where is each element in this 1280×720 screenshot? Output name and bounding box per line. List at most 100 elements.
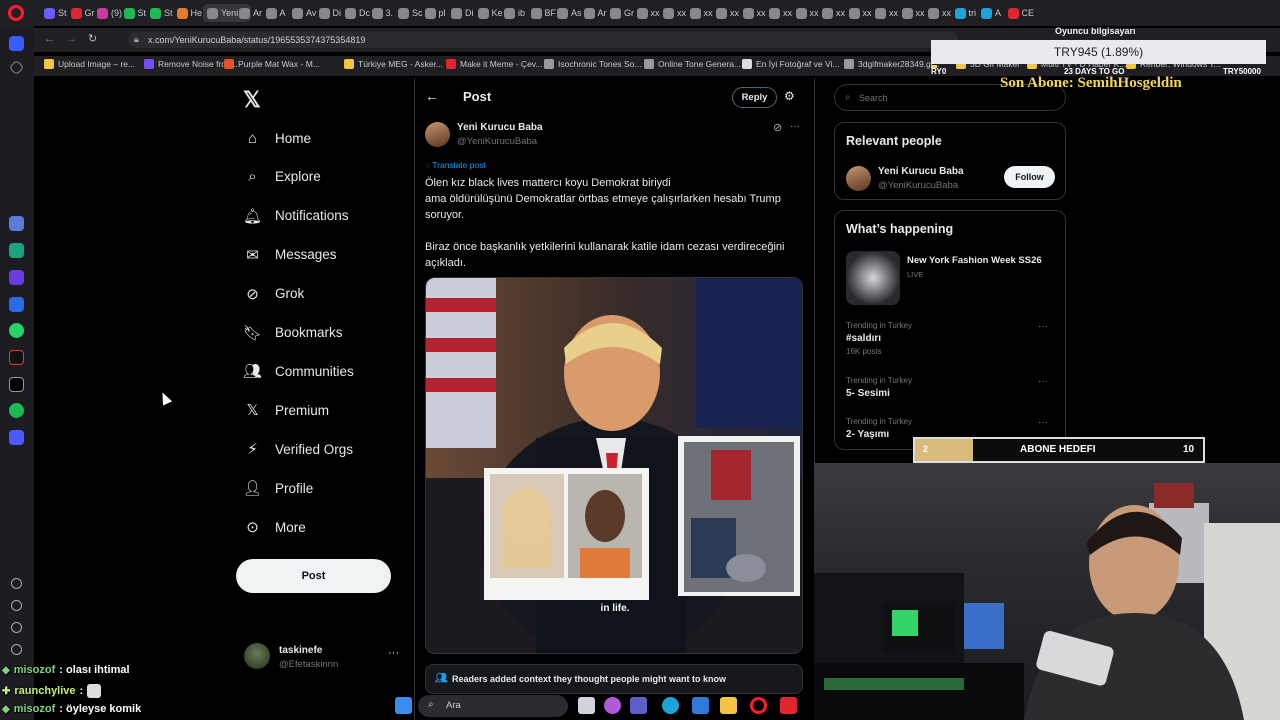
workspace-icon[interactable] bbox=[9, 36, 24, 51]
browser-tab[interactable]: CE bbox=[1007, 4, 1034, 22]
copilot-icon[interactable] bbox=[604, 697, 621, 714]
browser-tab[interactable]: Ke bbox=[477, 4, 503, 22]
browser-tab[interactable]: He bbox=[176, 4, 202, 22]
nav-item-messages[interactable]: ✉ Messages bbox=[244, 243, 336, 267]
teams-icon[interactable] bbox=[630, 697, 647, 714]
browser-tab[interactable]: (9) bbox=[97, 4, 122, 22]
lightbulb-icon[interactable] bbox=[11, 644, 22, 655]
app-icon[interactable] bbox=[9, 216, 24, 231]
trend-thumbnail[interactable] bbox=[846, 251, 900, 305]
community-notes-banner[interactable]: 👥︎ Readers added context they thought pe… bbox=[425, 664, 803, 694]
browser-tab[interactable]: xx bbox=[901, 4, 925, 22]
relevant-person-name[interactable]: Yeni Kurucu Baba bbox=[878, 166, 964, 177]
app-icon[interactable] bbox=[9, 270, 24, 285]
browser-tab[interactable]: BF bbox=[530, 4, 556, 22]
browser-tab[interactable]: xx bbox=[663, 4, 686, 22]
reply-button[interactable]: Reply bbox=[732, 87, 777, 108]
bookmark-item[interactable]: Online Tone Genera... bbox=[644, 59, 741, 69]
browser-tab[interactable]: St bbox=[150, 4, 173, 22]
store-icon[interactable] bbox=[692, 697, 709, 714]
reload-icon[interactable]: ↻ bbox=[88, 32, 97, 45]
browser-tab[interactable]: As bbox=[557, 4, 582, 22]
bookmark-item[interactable]: En İyi Fotoğraf ve Vi... bbox=[742, 59, 839, 69]
browser-tab[interactable]: xx bbox=[822, 4, 845, 22]
pin-icon[interactable] bbox=[8, 59, 25, 76]
bookmark-item[interactable]: 3dgifmaker28349.gi... bbox=[844, 59, 940, 69]
task-view-icon[interactable] bbox=[578, 697, 595, 714]
folder-icon[interactable] bbox=[720, 697, 737, 714]
nav-item-communities[interactable]: 👥︎ Communities bbox=[243, 359, 354, 383]
windows-start-icon[interactable] bbox=[395, 697, 412, 714]
bookmark-item[interactable]: Türkiye MEG - Asker... bbox=[344, 59, 443, 69]
browser-tab[interactable]: xx bbox=[689, 4, 713, 22]
x-logo-icon[interactable]: 𝕏 bbox=[243, 87, 261, 113]
spotify-icon[interactable] bbox=[9, 403, 24, 418]
nav-item-notifications[interactable]: 🔔︎ Notifications bbox=[243, 204, 349, 228]
browser-tab[interactable]: xx bbox=[795, 4, 819, 22]
chatgpt-icon[interactable] bbox=[9, 243, 24, 258]
nav-item-home[interactable]: ⌂ Home bbox=[244, 126, 311, 150]
bookmark-item[interactable]: Upload Image – re... bbox=[44, 59, 135, 69]
browser-tab[interactable]: A bbox=[265, 4, 286, 22]
more-horizontal-icon[interactable]: ··· bbox=[388, 647, 399, 659]
author-handle[interactable]: @YeniKurucuBaba bbox=[457, 136, 537, 147]
nav-item-explore[interactable]: ⌕ Explore bbox=[244, 165, 320, 189]
browser-tab[interactable]: Ar bbox=[239, 4, 262, 22]
x-icon[interactable] bbox=[9, 377, 24, 392]
browser-tab[interactable]: xx bbox=[848, 4, 872, 22]
post-video[interactable]: in life. bbox=[425, 277, 803, 654]
browser-tab[interactable]: tri bbox=[954, 4, 976, 22]
browser-tab[interactable]: St bbox=[44, 4, 67, 22]
more-horizontal-icon[interactable]: ··· bbox=[1038, 417, 1048, 428]
browser-tab[interactable]: xx bbox=[716, 4, 739, 22]
forward-icon[interactable]: → bbox=[66, 33, 77, 45]
more-horizontal-icon[interactable]: ··· bbox=[790, 121, 800, 132]
back-icon[interactable]: ← bbox=[44, 33, 55, 45]
browser-tab[interactable]: pl bbox=[424, 4, 446, 22]
browser-tab[interactable]: St bbox=[123, 4, 146, 22]
heart-icon[interactable] bbox=[11, 578, 22, 589]
settings-icon[interactable] bbox=[11, 622, 22, 633]
opera-icon[interactable] bbox=[750, 697, 767, 714]
whatsapp-icon[interactable] bbox=[9, 323, 24, 338]
browser-tab[interactable]: Ar bbox=[583, 4, 607, 22]
trend-item[interactable]: Trending in Turkey 5- Sesimi ··· bbox=[846, 376, 1056, 399]
nav-item-bookmarks[interactable]: 🔖︎ Bookmarks bbox=[243, 321, 343, 345]
featured-trend-name[interactable]: New York Fashion Week SS26 bbox=[907, 255, 1042, 266]
settings-sliders-icon[interactable]: ⚙ bbox=[784, 89, 795, 103]
browser-tab[interactable]: A bbox=[981, 4, 1001, 22]
app-icon[interactable] bbox=[9, 430, 24, 445]
nav-item-premium[interactable]: 𝕏 Premium bbox=[244, 398, 329, 422]
browser-tab[interactable]: xx bbox=[928, 4, 951, 22]
more-horizontal-icon[interactable]: ··· bbox=[1038, 321, 1048, 332]
browser-tab[interactable]: xx bbox=[875, 4, 898, 22]
browser-tab[interactable]: ib bbox=[504, 4, 525, 22]
history-icon[interactable] bbox=[11, 600, 22, 611]
nav-item-verified-orgs[interactable]: ⚡︎ Verified Orgs bbox=[244, 437, 353, 461]
browser-tab[interactable]: Di bbox=[318, 4, 341, 22]
browser-tab[interactable]: Gr bbox=[70, 4, 95, 22]
nav-item-grok[interactable]: ⊘ Grok bbox=[244, 282, 304, 306]
avatar[interactable] bbox=[846, 166, 871, 191]
bookmark-item[interactable]: Isochronic Tones So... bbox=[544, 59, 641, 69]
app-icon[interactable] bbox=[780, 697, 797, 714]
browser-tab[interactable]: xx bbox=[769, 4, 792, 22]
bookmark-item[interactable]: Make it Meme - Çev... bbox=[446, 59, 543, 69]
follow-button[interactable]: Follow bbox=[1004, 166, 1055, 188]
browser-tab[interactable]: Di bbox=[451, 4, 474, 22]
bookmark-item[interactable]: Purple Mat Wax - M... bbox=[224, 59, 320, 69]
opera-logo-icon[interactable] bbox=[8, 5, 24, 21]
messenger-icon[interactable] bbox=[9, 297, 24, 312]
tiktok-icon[interactable] bbox=[9, 350, 24, 365]
browser-tab[interactable]: Sc bbox=[398, 4, 423, 22]
browser-tab[interactable]: xx bbox=[636, 4, 660, 22]
grok-icon[interactable]: ⊘ bbox=[773, 121, 782, 134]
edge-icon[interactable] bbox=[662, 697, 679, 714]
taskbar-search[interactable]: ⌕ Ara bbox=[418, 695, 568, 717]
trend-item[interactable]: Trending in Turkey #saldırı 16K posts ··… bbox=[846, 321, 1056, 356]
nav-item-profile[interactable]: 👤︎ Profile bbox=[243, 476, 313, 500]
browser-tab[interactable]: Gr bbox=[610, 4, 634, 22]
browser-tab[interactable]: Dc bbox=[345, 4, 370, 22]
author-name[interactable]: Yeni Kurucu Baba bbox=[457, 122, 543, 133]
url-input[interactable]: x.com/YeniKurucuBaba/status/196553537437… bbox=[128, 32, 958, 48]
